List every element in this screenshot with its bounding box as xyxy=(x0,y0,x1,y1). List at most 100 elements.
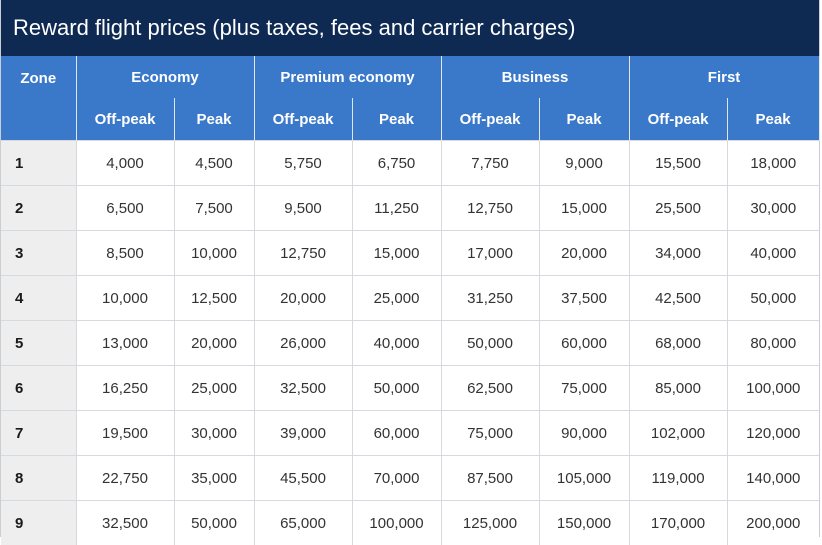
first-off-peak-header: Off-peak xyxy=(629,98,727,141)
price-cell: 75,000 xyxy=(441,411,539,456)
price-cell: 15,500 xyxy=(629,141,727,186)
price-cell: 4,500 xyxy=(174,141,254,186)
price-cell: 11,250 xyxy=(352,186,441,231)
price-cell: 105,000 xyxy=(539,456,629,501)
price-cell: 87,500 xyxy=(441,456,539,501)
business-off-peak-header: Off-peak xyxy=(441,98,539,141)
price-cell: 25,000 xyxy=(352,276,441,321)
reward-price-panel: Reward flight prices (plus taxes, fees a… xyxy=(0,0,820,537)
price-cell: 20,000 xyxy=(539,231,629,276)
cabin-header-economy: Economy xyxy=(76,56,254,98)
table-row: 6 16,250 25,000 32,500 50,000 62,500 75,… xyxy=(1,366,819,411)
price-cell: 9,500 xyxy=(254,186,352,231)
price-cell: 39,000 xyxy=(254,411,352,456)
price-cell: 25,000 xyxy=(174,366,254,411)
zone-cell: 5 xyxy=(1,321,76,366)
price-cell: 170,000 xyxy=(629,501,727,545)
price-cell: 19,500 xyxy=(76,411,174,456)
price-cell: 20,000 xyxy=(174,321,254,366)
cabin-header-business: Business xyxy=(441,56,629,98)
price-cell: 120,000 xyxy=(727,411,819,456)
price-cell: 13,000 xyxy=(76,321,174,366)
price-cell: 15,000 xyxy=(352,231,441,276)
table-row: 5 13,000 20,000 26,000 40,000 50,000 60,… xyxy=(1,321,819,366)
price-cell: 20,000 xyxy=(254,276,352,321)
zone-cell: 4 xyxy=(1,276,76,321)
zone-column-header: Zone xyxy=(1,56,76,141)
zone-cell: 8 xyxy=(1,456,76,501)
price-cell: 60,000 xyxy=(352,411,441,456)
table-row: 4 10,000 12,500 20,000 25,000 31,250 37,… xyxy=(1,276,819,321)
price-cell: 68,000 xyxy=(629,321,727,366)
price-cell: 50,000 xyxy=(352,366,441,411)
price-cell: 12,750 xyxy=(254,231,352,276)
price-cell: 60,000 xyxy=(539,321,629,366)
price-cell: 32,500 xyxy=(254,366,352,411)
zone-cell: 2 xyxy=(1,186,76,231)
price-cell: 90,000 xyxy=(539,411,629,456)
price-cell: 17,000 xyxy=(441,231,539,276)
price-cell: 80,000 xyxy=(727,321,819,366)
zone-cell: 1 xyxy=(1,141,76,186)
zone-cell: 7 xyxy=(1,411,76,456)
price-cell: 6,750 xyxy=(352,141,441,186)
price-cell: 85,000 xyxy=(629,366,727,411)
price-cell: 62,500 xyxy=(441,366,539,411)
price-cell: 50,000 xyxy=(174,501,254,545)
price-cell: 7,750 xyxy=(441,141,539,186)
table-row: 2 6,500 7,500 9,500 11,250 12,750 15,000… xyxy=(1,186,819,231)
premium-economy-off-peak-header: Off-peak xyxy=(254,98,352,141)
business-peak-header: Peak xyxy=(539,98,629,141)
price-cell: 200,000 xyxy=(727,501,819,545)
table-row: 7 19,500 30,000 39,000 60,000 75,000 90,… xyxy=(1,411,819,456)
first-peak-header: Peak xyxy=(727,98,819,141)
price-cell: 75,000 xyxy=(539,366,629,411)
price-cell: 31,250 xyxy=(441,276,539,321)
table-body: 1 4,000 4,500 5,750 6,750 7,750 9,000 15… xyxy=(1,141,819,545)
price-cell: 9,000 xyxy=(539,141,629,186)
price-cell: 25,500 xyxy=(629,186,727,231)
price-cell: 30,000 xyxy=(727,186,819,231)
price-cell: 102,000 xyxy=(629,411,727,456)
price-cell: 16,250 xyxy=(76,366,174,411)
table-row: 3 8,500 10,000 12,750 15,000 17,000 20,0… xyxy=(1,231,819,276)
price-cell: 100,000 xyxy=(352,501,441,545)
table-title: Reward flight prices (plus taxes, fees a… xyxy=(1,0,819,56)
price-cell: 12,750 xyxy=(441,186,539,231)
table-row: 1 4,000 4,500 5,750 6,750 7,750 9,000 15… xyxy=(1,141,819,186)
cabin-header-row: Zone Economy Premium economy Business Fi… xyxy=(1,56,819,98)
economy-off-peak-header: Off-peak xyxy=(76,98,174,141)
economy-peak-header: Peak xyxy=(174,98,254,141)
price-cell: 37,500 xyxy=(539,276,629,321)
price-cell: 5,750 xyxy=(254,141,352,186)
reward-price-table: Zone Economy Premium economy Business Fi… xyxy=(1,56,820,545)
zone-cell: 9 xyxy=(1,501,76,545)
price-cell: 35,000 xyxy=(174,456,254,501)
price-cell: 140,000 xyxy=(727,456,819,501)
season-header-row: Off-peak Peak Off-peak Peak Off-peak Pea… xyxy=(1,98,819,141)
cabin-header-first: First xyxy=(629,56,819,98)
price-cell: 32,500 xyxy=(76,501,174,545)
table-row: 9 32,500 50,000 65,000 100,000 125,000 1… xyxy=(1,501,819,545)
price-cell: 42,500 xyxy=(629,276,727,321)
price-cell: 22,750 xyxy=(76,456,174,501)
price-cell: 4,000 xyxy=(76,141,174,186)
zone-cell: 6 xyxy=(1,366,76,411)
price-cell: 100,000 xyxy=(727,366,819,411)
price-cell: 26,000 xyxy=(254,321,352,366)
cabin-header-premium-economy: Premium economy xyxy=(254,56,441,98)
premium-economy-peak-header: Peak xyxy=(352,98,441,141)
price-cell: 40,000 xyxy=(727,231,819,276)
price-cell: 50,000 xyxy=(441,321,539,366)
price-cell: 40,000 xyxy=(352,321,441,366)
price-cell: 30,000 xyxy=(174,411,254,456)
price-cell: 7,500 xyxy=(174,186,254,231)
price-cell: 10,000 xyxy=(174,231,254,276)
price-cell: 125,000 xyxy=(441,501,539,545)
price-cell: 10,000 xyxy=(76,276,174,321)
table-header: Zone Economy Premium economy Business Fi… xyxy=(1,56,819,141)
price-cell: 34,000 xyxy=(629,231,727,276)
price-cell: 12,500 xyxy=(174,276,254,321)
zone-cell: 3 xyxy=(1,231,76,276)
price-cell: 119,000 xyxy=(629,456,727,501)
